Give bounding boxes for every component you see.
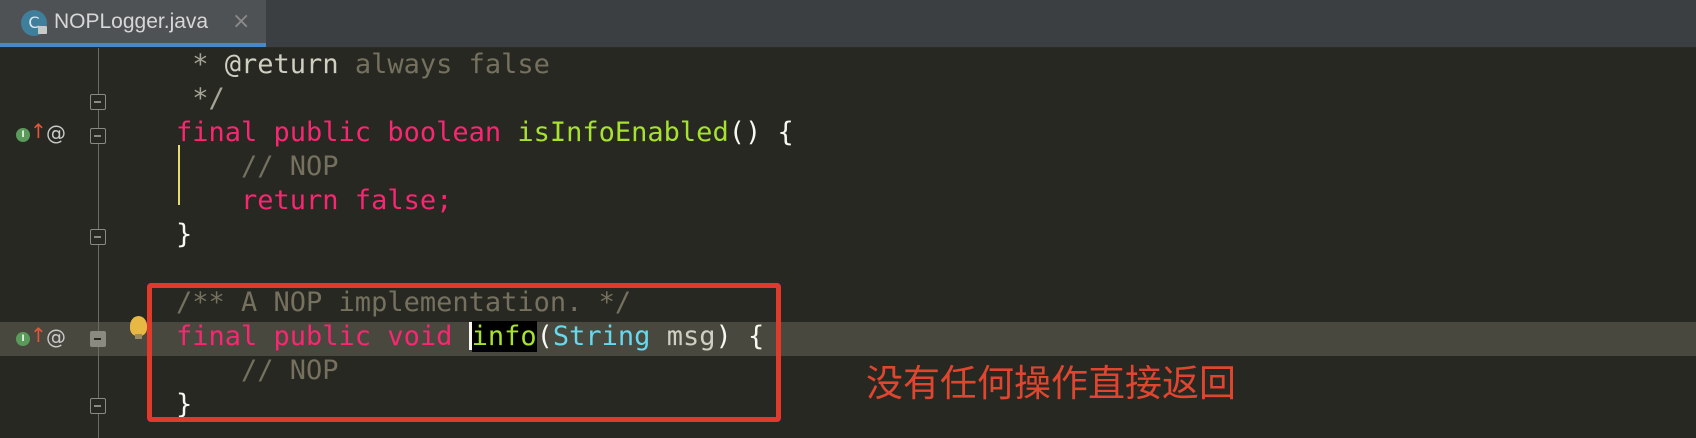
- code-line: * @return always false: [176, 49, 550, 80]
- code-line: }: [176, 219, 193, 250]
- fold-marker[interactable]: [90, 94, 106, 110]
- implements-icon[interactable]: I: [16, 128, 30, 142]
- lightbulb-icon[interactable]: [130, 316, 147, 339]
- fold-marker[interactable]: [90, 331, 106, 347]
- code-editor[interactable]: I ↑ @ I ↑ @ * @return always false */ fi…: [0, 48, 1696, 438]
- override-arrow-icon[interactable]: ↑: [30, 119, 47, 143]
- override-arrow-icon[interactable]: ↑: [30, 323, 47, 347]
- file-tab[interactable]: C NOPLogger.java ×: [0, 0, 266, 47]
- fold-marker[interactable]: [90, 128, 106, 144]
- java-class-icon: C: [21, 10, 47, 36]
- tab-label[interactable]: NOPLogger.java: [54, 10, 208, 34]
- annotation-icon[interactable]: @: [46, 325, 66, 349]
- code-line: */: [176, 83, 225, 114]
- annotation-text: 没有任何操作直接返回: [866, 362, 1236, 405]
- code-line: // NOP: [176, 151, 339, 182]
- annotation-icon[interactable]: @: [46, 121, 66, 145]
- fold-marker[interactable]: [90, 229, 106, 245]
- lock-icon: [38, 26, 47, 34]
- implements-icon[interactable]: I: [16, 332, 30, 346]
- editor-tab-bar: C NOPLogger.java ×: [0, 0, 1696, 48]
- close-icon[interactable]: ×: [232, 9, 250, 34]
- highlight-box: [147, 283, 781, 422]
- fold-marker[interactable]: [90, 398, 106, 414]
- code-line: return false;: [176, 185, 453, 216]
- code-line: final public boolean isInfoEnabled() {: [176, 117, 794, 148]
